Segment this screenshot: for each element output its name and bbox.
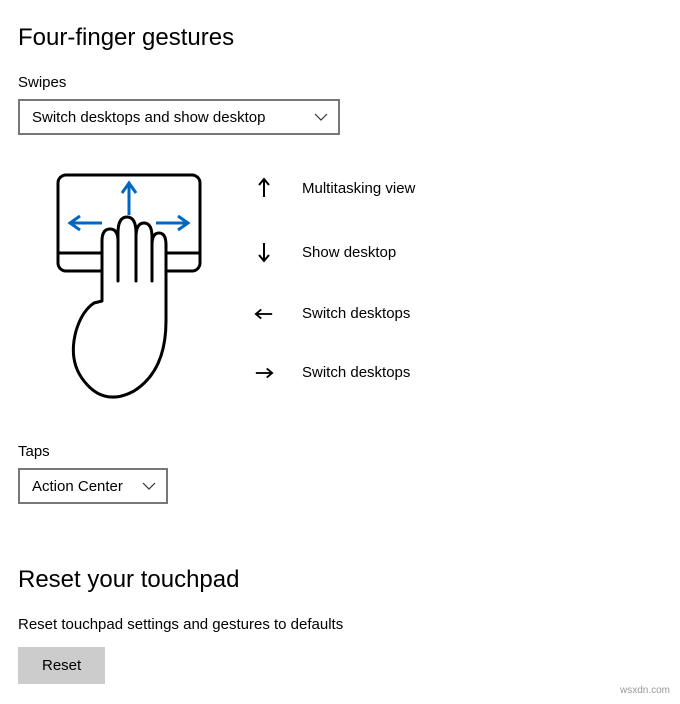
taps-dropdown[interactable]: Action Center <box>18 468 168 504</box>
swipes-dropdown[interactable]: Switch desktops and show desktop <box>18 99 340 135</box>
chevron-down-icon <box>142 482 156 490</box>
arrow-left-icon <box>254 307 274 321</box>
gesture-down-label: Show desktop <box>302 244 396 261</box>
gesture-up-label: Multitasking view <box>302 180 415 197</box>
reset-section-title: Reset your touchpad <box>18 566 662 594</box>
gesture-direction-list: Multitasking view Show desktop Switch de… <box>254 171 415 381</box>
taps-dropdown-value: Action Center <box>32 478 123 495</box>
arrow-up-icon <box>254 177 274 199</box>
gesture-down-row: Show desktop <box>254 241 415 263</box>
taps-label: Taps <box>18 443 662 460</box>
watermark-text: wsxdn.com <box>620 685 670 696</box>
touchpad-gesture-illustration <box>54 171 204 415</box>
arrow-down-icon <box>254 241 274 263</box>
arrow-right-icon <box>254 366 274 380</box>
swipes-dropdown-value: Switch desktops and show desktop <box>32 109 265 126</box>
chevron-down-icon <box>314 113 328 121</box>
swipes-label: Swipes <box>18 74 662 91</box>
gesture-up-row: Multitasking view <box>254 177 415 199</box>
gesture-left-row: Switch desktops <box>254 305 415 322</box>
gesture-left-label: Switch desktops <box>302 305 410 322</box>
reset-button[interactable]: Reset <box>18 647 105 684</box>
section-title: Four-finger gestures <box>18 24 662 52</box>
gesture-right-row: Switch desktops <box>254 364 415 381</box>
reset-description: Reset touchpad settings and gestures to … <box>18 616 662 633</box>
gesture-right-label: Switch desktops <box>302 364 410 381</box>
